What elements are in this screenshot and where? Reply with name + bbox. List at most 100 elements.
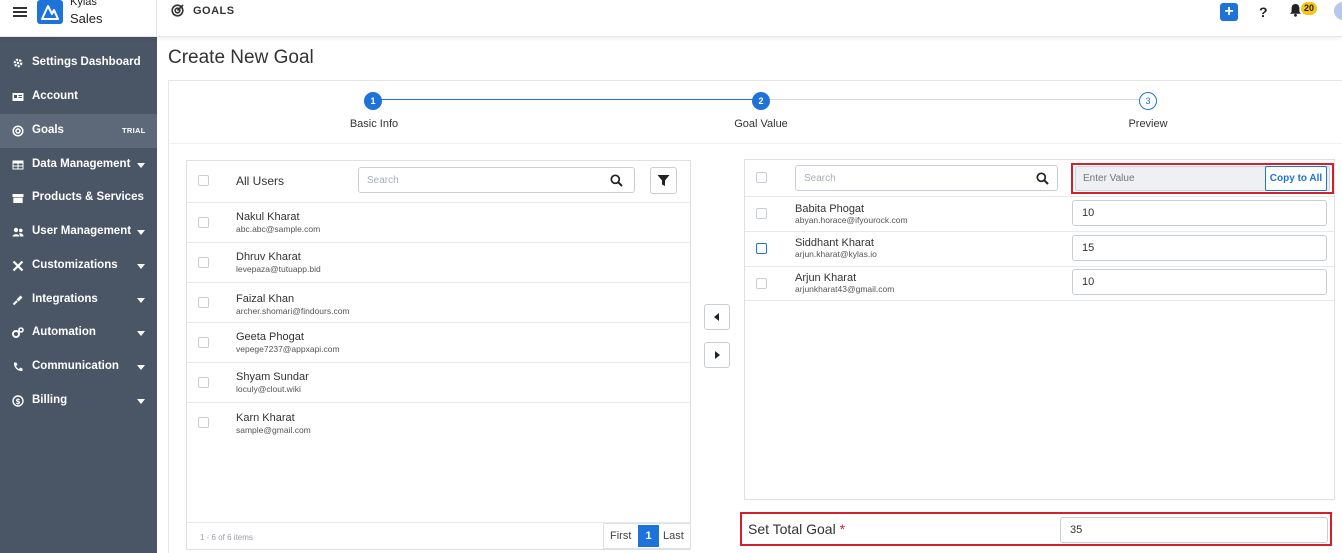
user-email: levepaza@tutuapp.bid bbox=[236, 264, 321, 274]
sidebar-item-integrations[interactable]: Integrations bbox=[0, 283, 157, 317]
list-item[interactable]: Geeta Phogat vepege7237@appxapi.com bbox=[187, 322, 690, 362]
sidebar-item-label: Billing bbox=[32, 394, 68, 406]
kylas-logo bbox=[37, 0, 63, 24]
gear-icon bbox=[12, 57, 24, 69]
user-checkbox[interactable] bbox=[756, 278, 767, 289]
user-name: Faizal Khan bbox=[236, 293, 295, 305]
step-connector bbox=[770, 99, 1146, 100]
filter-button[interactable] bbox=[650, 167, 677, 194]
caret-down-icon bbox=[137, 399, 145, 404]
current-page[interactable]: 1 bbox=[638, 525, 659, 547]
step-3-circle[interactable]: 3 bbox=[1139, 92, 1157, 110]
top-bar: Kylas Sales GOALS + ? 20 bbox=[0, 0, 1342, 37]
user-checkbox[interactable] bbox=[198, 257, 209, 268]
caret-down-icon bbox=[137, 230, 145, 235]
caret-left-icon bbox=[714, 313, 719, 321]
user-name: Nakul Kharat bbox=[236, 211, 300, 223]
user-name: Arjun Kharat bbox=[795, 272, 857, 284]
goal-value-input[interactable] bbox=[1072, 269, 1327, 295]
target-icon bbox=[171, 4, 184, 22]
sidebar-item-customizations[interactable]: Customizations bbox=[0, 249, 157, 283]
search-icon[interactable] bbox=[610, 174, 623, 192]
user-checkbox[interactable] bbox=[756, 243, 767, 254]
sidebar-item-label: User Management bbox=[32, 225, 132, 237]
sidebar-item-goals[interactable]: Goals TRIAL bbox=[0, 114, 157, 148]
list-item[interactable]: Dhruv Kharat levepaza@tutuapp.bid bbox=[187, 242, 690, 282]
sidebar-item-account[interactable]: Account bbox=[0, 80, 157, 114]
select-all-checkbox[interactable] bbox=[198, 175, 209, 186]
cogs-icon bbox=[12, 327, 24, 339]
last-page-link[interactable]: Last bbox=[663, 530, 684, 542]
user-checkbox[interactable] bbox=[756, 208, 767, 219]
sidebar-item-billing[interactable]: $ Billing bbox=[0, 384, 157, 418]
sidebar-item-label: Automation bbox=[32, 326, 96, 338]
notification-count-badge: 20 bbox=[1301, 2, 1317, 15]
caret-down-icon bbox=[137, 264, 145, 269]
step-2-circle[interactable]: 2 bbox=[752, 92, 770, 110]
filter-icon bbox=[657, 174, 670, 192]
user-email: vepege7237@appxapi.com bbox=[236, 344, 340, 354]
sidebar-item-communication[interactable]: Communication bbox=[0, 350, 157, 384]
user-name: Geeta Phogat bbox=[236, 331, 304, 343]
step-connector bbox=[374, 99, 762, 100]
sidebar-item-products-services[interactable]: Products & Services bbox=[0, 181, 157, 215]
list-item[interactable]: Faizal Khan archer.shomari@findours.com bbox=[187, 282, 690, 322]
sidebar-item-automation[interactable]: Automation bbox=[0, 316, 157, 350]
user-checkbox[interactable] bbox=[198, 377, 209, 388]
user-email: archer.shomari@findours.com bbox=[236, 306, 350, 316]
add-button[interactable]: + bbox=[1220, 3, 1238, 21]
selected-users-search-input[interactable] bbox=[795, 165, 1058, 191]
search-icon[interactable] bbox=[1036, 172, 1049, 190]
caret-down-icon bbox=[137, 365, 145, 370]
sidebar-item-label: Customizations bbox=[32, 259, 118, 271]
goal-value-input[interactable] bbox=[1072, 235, 1327, 261]
user-email: loculy@clout.wiki bbox=[236, 384, 301, 394]
brand-product: Sales bbox=[70, 11, 103, 26]
list-item[interactable]: Karn Kharat sample@gmail.com bbox=[187, 402, 690, 442]
sidebar-item-user-management[interactable]: User Management bbox=[0, 215, 157, 249]
tools-icon bbox=[12, 260, 24, 272]
sidebar-item-data-management[interactable]: Data Management bbox=[0, 148, 157, 182]
help-icon[interactable]: ? bbox=[1259, 4, 1268, 20]
total-goal-input[interactable] bbox=[1060, 517, 1328, 543]
available-users-search-input[interactable] bbox=[358, 167, 635, 193]
step-2-label: Goal Value bbox=[734, 118, 788, 130]
user-checkbox[interactable] bbox=[198, 297, 209, 308]
id-card-icon bbox=[12, 91, 24, 103]
list-item[interactable]: Nakul Kharat abc.abc@sample.com bbox=[187, 202, 690, 242]
user-checkbox[interactable] bbox=[198, 337, 209, 348]
plug-icon bbox=[12, 294, 24, 306]
sidebar: Settings Dashboard Account Goals TRIAL D… bbox=[0, 37, 157, 553]
step-1-circle[interactable]: 1 bbox=[364, 92, 382, 110]
sidebar-item-settings-dashboard[interactable]: Settings Dashboard bbox=[0, 46, 157, 80]
list-item[interactable]: Shyam Sundar loculy@clout.wiki bbox=[187, 362, 690, 402]
user-name: Babita Phogat bbox=[795, 203, 865, 215]
bell-icon[interactable] bbox=[1289, 3, 1302, 22]
select-all-checkbox[interactable] bbox=[756, 172, 767, 183]
pagination: First 1 Last bbox=[603, 523, 691, 549]
move-right-button[interactable] bbox=[704, 342, 730, 368]
user-email: abyan.horace@ifyourock.com bbox=[795, 215, 908, 225]
sidebar-item-label: Goals bbox=[32, 124, 64, 136]
caret-down-icon bbox=[137, 298, 145, 303]
total-goal-label: Set Total Goal * bbox=[748, 521, 845, 537]
user-name: Karn Kharat bbox=[236, 412, 295, 424]
avatar[interactable] bbox=[1334, 2, 1342, 20]
move-left-button[interactable] bbox=[704, 304, 730, 330]
user-name: Dhruv Kharat bbox=[236, 251, 301, 263]
user-checkbox[interactable] bbox=[198, 417, 209, 428]
user-checkbox[interactable] bbox=[198, 217, 209, 228]
hamburger-menu-icon[interactable] bbox=[13, 5, 27, 19]
copy-to-all-button[interactable]: Copy to All bbox=[1265, 166, 1327, 191]
caret-down-icon bbox=[137, 331, 145, 336]
step-1-label: Basic Info bbox=[349, 118, 399, 130]
module-title: GOALS bbox=[193, 5, 235, 17]
caret-right-icon bbox=[715, 351, 720, 359]
goal-value-input[interactable] bbox=[1072, 200, 1327, 226]
caret-down-icon bbox=[137, 163, 145, 168]
user-email: arjunkharat43@gmail.com bbox=[795, 284, 895, 294]
divider bbox=[156, 0, 157, 37]
svg-text:$: $ bbox=[15, 397, 20, 406]
first-page-link[interactable]: First bbox=[610, 530, 631, 542]
required-mark: * bbox=[839, 521, 846, 537]
